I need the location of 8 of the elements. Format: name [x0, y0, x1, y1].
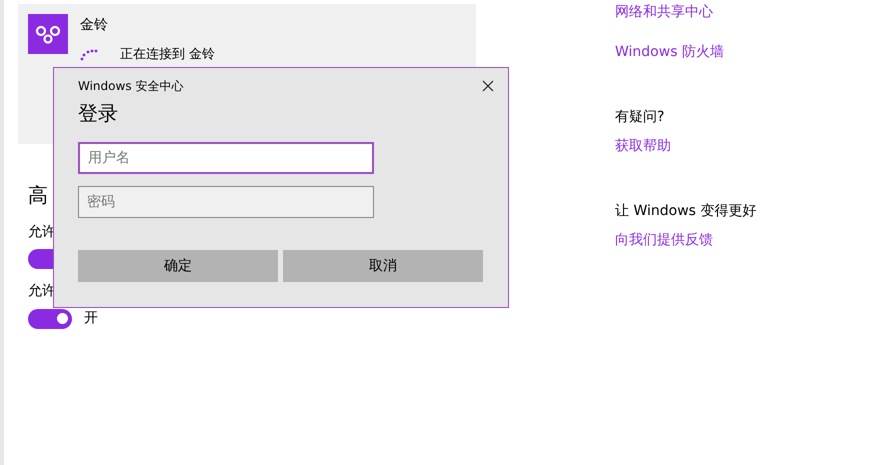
dialog-title: Windows 安全中心 [78, 78, 184, 95]
sidebar-title: 有疑问? [615, 108, 666, 127]
dialog-heading: 登录 [78, 100, 119, 127]
connecting-status: 正在连接到 金铃 [120, 48, 216, 61]
sidebar-title: 让 Windows 变得更好 [615, 202, 756, 221]
toggle-state: 开 [84, 309, 98, 328]
network-name: 金铃 [80, 16, 109, 35]
section-heading: 高 [28, 182, 48, 209]
